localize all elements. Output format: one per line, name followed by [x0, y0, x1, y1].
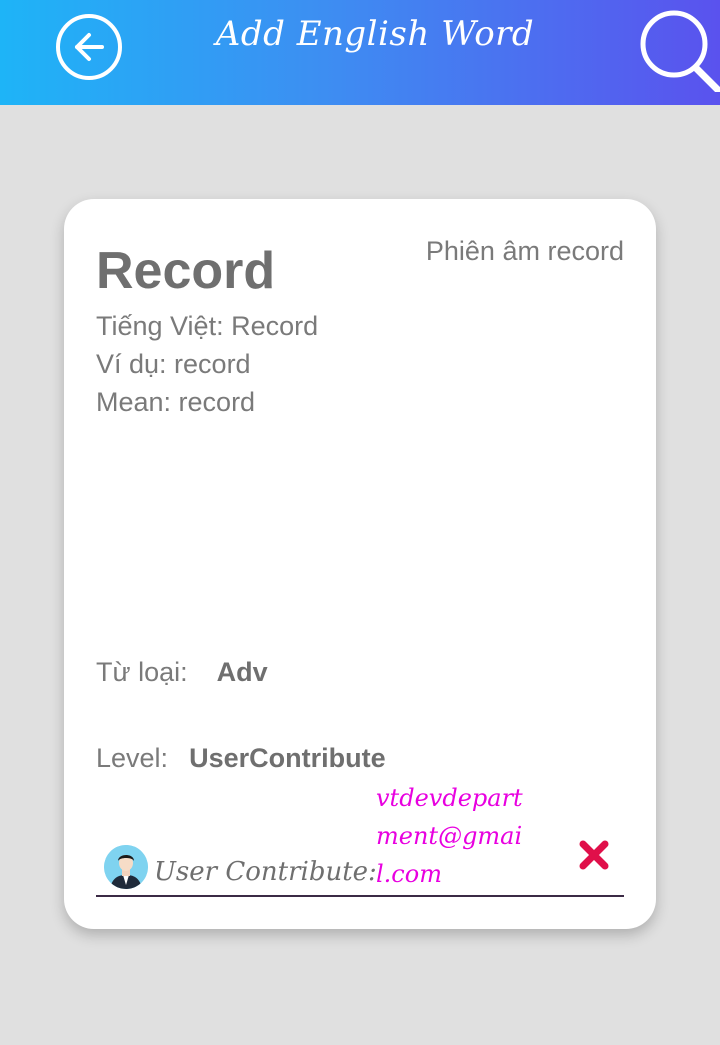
contributor-divider [96, 895, 624, 897]
vietnamese-meaning: Tiếng Việt: Record [96, 311, 319, 341]
search-button[interactable] [638, 8, 720, 94]
close-x-icon [579, 840, 609, 870]
app-header: Add English Word [0, 0, 720, 105]
page-title: Add English Word [215, 14, 535, 54]
level-label: Level: [96, 743, 169, 773]
word-type-label: Từ loại: [96, 657, 188, 687]
word-card: Record Phiên âm record Tiếng Việt: Recor… [64, 199, 656, 929]
back-button[interactable] [56, 14, 122, 80]
arrow-left-icon [75, 33, 104, 61]
word-title: Record [96, 242, 276, 300]
word-type-value: Adv [216, 657, 268, 687]
user-avatar-icon [104, 845, 148, 889]
avatar [104, 845, 148, 889]
mean-text: Mean: record [96, 387, 256, 417]
level-row: Level: UserContribute [96, 743, 386, 774]
level-value: UserContribute [189, 743, 386, 773]
word-type-row: Từ loại: Adv [96, 657, 268, 688]
contributor-label: User Contribute: [154, 857, 377, 887]
search-icon [640, 10, 720, 94]
example-text: Ví dụ: record [96, 349, 251, 379]
phonetic-text: Phiên âm record [425, 236, 624, 266]
contributor-email: vtdevdepartment@gmail.com [376, 784, 523, 888]
delete-button[interactable] [578, 839, 610, 871]
